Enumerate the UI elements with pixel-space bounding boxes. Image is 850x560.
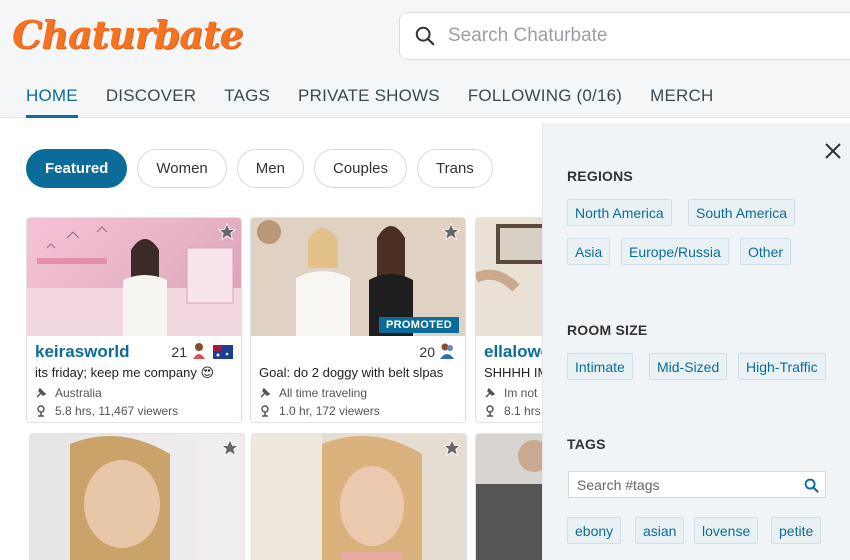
region-south-america[interactable]: South America: [688, 199, 796, 226]
site-logo[interactable]: Chaturbate: [12, 12, 244, 57]
tags-title: TAGS: [567, 436, 606, 452]
close-icon[interactable]: [823, 141, 843, 161]
room-stats: 5.8 hrs, 11,467 viewers: [35, 404, 178, 418]
australia-flag-icon: [213, 345, 233, 359]
room-card[interactable]: [251, 433, 467, 560]
room-subject: its friday; keep me company 😍: [35, 365, 215, 380]
nav-discover[interactable]: DISCOVER: [106, 86, 196, 118]
filter-trans[interactable]: Trans: [417, 149, 493, 188]
favorite-star-icon[interactable]: [442, 438, 462, 458]
room-card[interactable]: PROMOTED 20 Goal: do 2 doggy with belt s…: [250, 217, 466, 423]
room-stats-text: 1.0 hr, 172 viewers: [279, 404, 380, 418]
female-gender-icon: [193, 343, 205, 359]
room-size-title: ROOM SIZE: [567, 322, 648, 338]
room-location-text: Im not: [504, 386, 538, 400]
viewers-icon: [37, 405, 45, 417]
room-thumbnail[interactable]: [252, 434, 466, 560]
pin-icon: [485, 387, 496, 398]
region-europe-russia[interactable]: Europe/Russia: [621, 238, 729, 265]
room-size-mid-sized[interactable]: Mid-Sized: [649, 353, 728, 380]
filter-couples[interactable]: Couples: [313, 149, 408, 188]
nav-home[interactable]: HOME: [26, 86, 78, 118]
room-card[interactable]: keirasworld 21 its friday; keep me compa…: [26, 217, 242, 423]
room-thumbnail[interactable]: [27, 218, 241, 336]
tag-asian[interactable]: asian: [635, 517, 685, 544]
main-nav: HOME DISCOVER TAGS PRIVATE SHOWS FOLLOWI…: [26, 86, 742, 118]
room-location-text: Australia: [55, 386, 102, 400]
search-icon[interactable]: [804, 478, 819, 493]
tag-ebony[interactable]: ebony: [567, 517, 622, 544]
room-stats-text: 5.8 hrs, 11,467 viewers: [55, 404, 179, 418]
favorite-star-icon[interactable]: [217, 222, 237, 242]
regions-title: REGIONS: [567, 168, 633, 184]
region-north-america[interactable]: North America: [567, 199, 672, 226]
pin-icon: [36, 387, 47, 398]
region-other[interactable]: Other: [740, 238, 792, 265]
room-thumbnail[interactable]: [30, 434, 244, 560]
room-location-text: All time traveling: [279, 386, 368, 400]
viewers-icon: [486, 405, 494, 417]
pin-icon: [260, 387, 271, 398]
nav-following[interactable]: FOLLOWING (0/16): [468, 86, 622, 118]
filter-women[interactable]: Women: [137, 149, 227, 188]
room-username[interactable]: keirasworld: [35, 342, 130, 362]
filter-panel: REGIONS North America South America Asia…: [542, 123, 850, 560]
couple-gender-icon: [440, 343, 454, 359]
filter-featured[interactable]: Featured: [26, 149, 128, 188]
tag-lovense[interactable]: lovense: [694, 517, 759, 544]
viewers-icon: [261, 405, 269, 417]
room-location: Australia: [35, 386, 102, 400]
room-size-high-traffic[interactable]: High-Traffic: [738, 353, 826, 380]
favorite-star-icon[interactable]: [220, 438, 240, 458]
room-size-intimate[interactable]: Intimate: [567, 353, 633, 380]
tag-search-box[interactable]: [568, 471, 826, 498]
room-location: All time traveling: [259, 386, 367, 400]
filter-men[interactable]: Men: [236, 149, 304, 188]
nav-merch[interactable]: MERCH: [650, 86, 713, 118]
tag-petite[interactable]: petite: [771, 517, 822, 544]
room-subject: SHHHH IM: [484, 365, 549, 380]
tag-search-input[interactable]: [577, 476, 797, 494]
nav-tags[interactable]: TAGS: [224, 86, 270, 118]
room-stats-text: 8.1 hrs: [504, 404, 541, 418]
room-age: 21: [171, 344, 187, 360]
nav-private-shows[interactable]: PRIVATE SHOWS: [298, 86, 440, 118]
room-username[interactable]: ellalowe: [484, 342, 550, 362]
search-input[interactable]: [448, 21, 848, 51]
room-stats: 8.1 hrs: [484, 404, 541, 418]
region-asia[interactable]: Asia: [567, 238, 611, 265]
category-filters: Featured Women Men Couples Trans: [26, 149, 503, 188]
search-icon: [415, 26, 435, 46]
room-location: Im not: [484, 386, 537, 400]
room-stats: 1.0 hr, 172 viewers: [259, 404, 380, 418]
site-header: Chaturbate HOME DISCOVER TAGS PRIVATE SH…: [0, 0, 850, 118]
room-age: 20: [419, 344, 435, 360]
site-search-box[interactable]: [399, 12, 850, 60]
favorite-star-icon[interactable]: [441, 222, 461, 242]
room-card[interactable]: [29, 433, 245, 560]
room-subject: Goal: do 2 doggy with belt slpas: [259, 365, 444, 380]
promoted-badge: PROMOTED: [379, 317, 459, 333]
